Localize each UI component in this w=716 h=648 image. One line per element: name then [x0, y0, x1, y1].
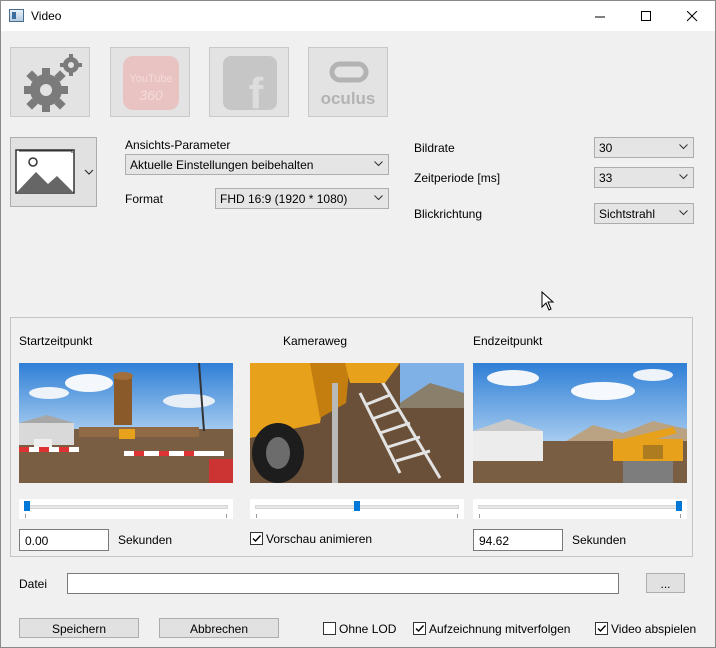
end-preview-image	[473, 363, 687, 483]
slider-tick	[226, 514, 227, 518]
end-seconds-label: Sekunden	[572, 533, 627, 547]
youtube-360-icon: YouTube 360	[123, 56, 179, 110]
start-preview-image	[19, 363, 233, 483]
slider-track	[478, 505, 682, 509]
youtube-logo-text: YouTube	[129, 73, 172, 85]
end-time-slider[interactable]	[473, 499, 687, 519]
viewdir-select[interactable]: Sichtstrahl	[594, 203, 694, 224]
facebook-logo-text: f	[249, 69, 264, 118]
slider-thumb[interactable]	[354, 501, 360, 511]
chevron-down-icon	[679, 210, 688, 216]
oculus-icon: oculus	[321, 61, 376, 108]
slider-thumb[interactable]	[24, 501, 30, 511]
window-title: Video	[31, 9, 62, 23]
play-video-label: Video abspielen	[611, 622, 697, 636]
slider-track	[24, 505, 228, 509]
slider-thumb[interactable]	[676, 501, 682, 511]
start-time-label: Startzeitpunkt	[19, 334, 93, 348]
close-icon	[686, 10, 697, 21]
close-button[interactable]	[669, 1, 715, 31]
slider-tick	[680, 514, 681, 518]
end-time-input[interactable]: 94.62	[473, 529, 563, 551]
checkmark-icon	[252, 535, 262, 543]
maximize-icon	[640, 10, 651, 21]
minimize-icon	[594, 16, 605, 17]
period-select[interactable]: 33	[594, 167, 694, 188]
chevron-down-icon	[374, 161, 383, 167]
camera-path-preview-image	[250, 363, 464, 483]
no-lod-label: Ohne LOD	[339, 622, 397, 636]
format-label: Format	[125, 192, 164, 206]
app-icon	[9, 9, 24, 22]
end-time-label: Endzeitpunkt	[473, 334, 543, 348]
period-label: Zeitperiode [ms]	[414, 171, 501, 185]
browse-button[interactable]: ...	[646, 573, 685, 593]
preview-animate-checkbox[interactable]	[250, 532, 263, 545]
image-dropdown-button[interactable]	[10, 137, 97, 207]
file-label: Datei	[19, 577, 48, 591]
title-bar[interactable]: Video	[1, 1, 715, 31]
camera-path-slider[interactable]	[250, 499, 464, 519]
checkmark-icon	[597, 625, 607, 633]
file-path-input[interactable]	[67, 573, 619, 594]
chevron-down-icon	[679, 144, 688, 150]
format-value: FHD 16:9 (1920 * 1080)	[220, 192, 348, 206]
camera-path-label: Kameraweg	[283, 334, 348, 348]
oculus-button[interactable]: oculus	[308, 47, 388, 117]
period-value: 33	[599, 171, 613, 185]
facebook-button[interactable]: f	[209, 47, 289, 118]
format-select[interactable]: FHD 16:9 (1920 * 1080)	[215, 188, 389, 209]
chevron-down-icon	[679, 174, 688, 180]
viewdir-value: Sichtstrahl	[599, 207, 656, 221]
chevron-down-icon	[374, 195, 383, 201]
youtube-360-logo-text: 360	[139, 87, 163, 103]
mouse-cursor-icon	[541, 291, 555, 311]
slider-tick	[256, 514, 257, 518]
framerate-select[interactable]: 30	[594, 137, 694, 158]
view-params-select[interactable]: Aktuelle Einstellungen beibehalten	[125, 154, 389, 175]
framerate-label: Bildrate	[414, 141, 455, 155]
preview-animate-label: Vorschau animieren	[266, 532, 373, 546]
settings-button[interactable]	[10, 47, 90, 117]
start-time-value: 0.00	[25, 534, 49, 548]
cancel-button[interactable]: Abbrechen	[159, 618, 279, 638]
image-icon	[15, 149, 94, 194]
slider-tick	[25, 514, 26, 518]
follow-recording-checkbox[interactable]	[413, 622, 426, 635]
follow-recording-label: Aufzeichnung mitverfolgen	[429, 622, 571, 636]
end-time-value: 94.62	[479, 534, 510, 548]
framerate-value: 30	[599, 141, 613, 155]
youtube-360-button[interactable]: YouTube 360	[110, 47, 190, 117]
facebook-icon: f	[223, 56, 277, 118]
play-video-checkbox[interactable]	[595, 622, 608, 635]
slider-tick	[479, 514, 480, 518]
view-params-label: Ansichts-Parameter	[125, 138, 231, 152]
gear-icon	[24, 54, 82, 112]
video-dialog: Video YouTube 360 f oculus Ansichts-Para…	[0, 0, 716, 648]
minimize-button[interactable]	[577, 1, 623, 31]
slider-tick	[457, 514, 458, 518]
save-button[interactable]: Speichern	[19, 618, 139, 638]
start-time-input[interactable]: 0.00	[19, 529, 109, 551]
no-lod-checkbox[interactable]	[323, 622, 336, 635]
viewdir-label: Blickrichtung	[414, 207, 483, 221]
start-time-slider[interactable]	[19, 499, 233, 519]
chevron-down-icon	[84, 169, 94, 175]
oculus-logo-text: oculus	[321, 89, 376, 108]
maximize-button[interactable]	[623, 1, 669, 31]
view-params-value: Aktuelle Einstellungen beibehalten	[130, 158, 314, 172]
start-seconds-label: Sekunden	[118, 533, 173, 547]
checkmark-icon	[415, 625, 425, 633]
